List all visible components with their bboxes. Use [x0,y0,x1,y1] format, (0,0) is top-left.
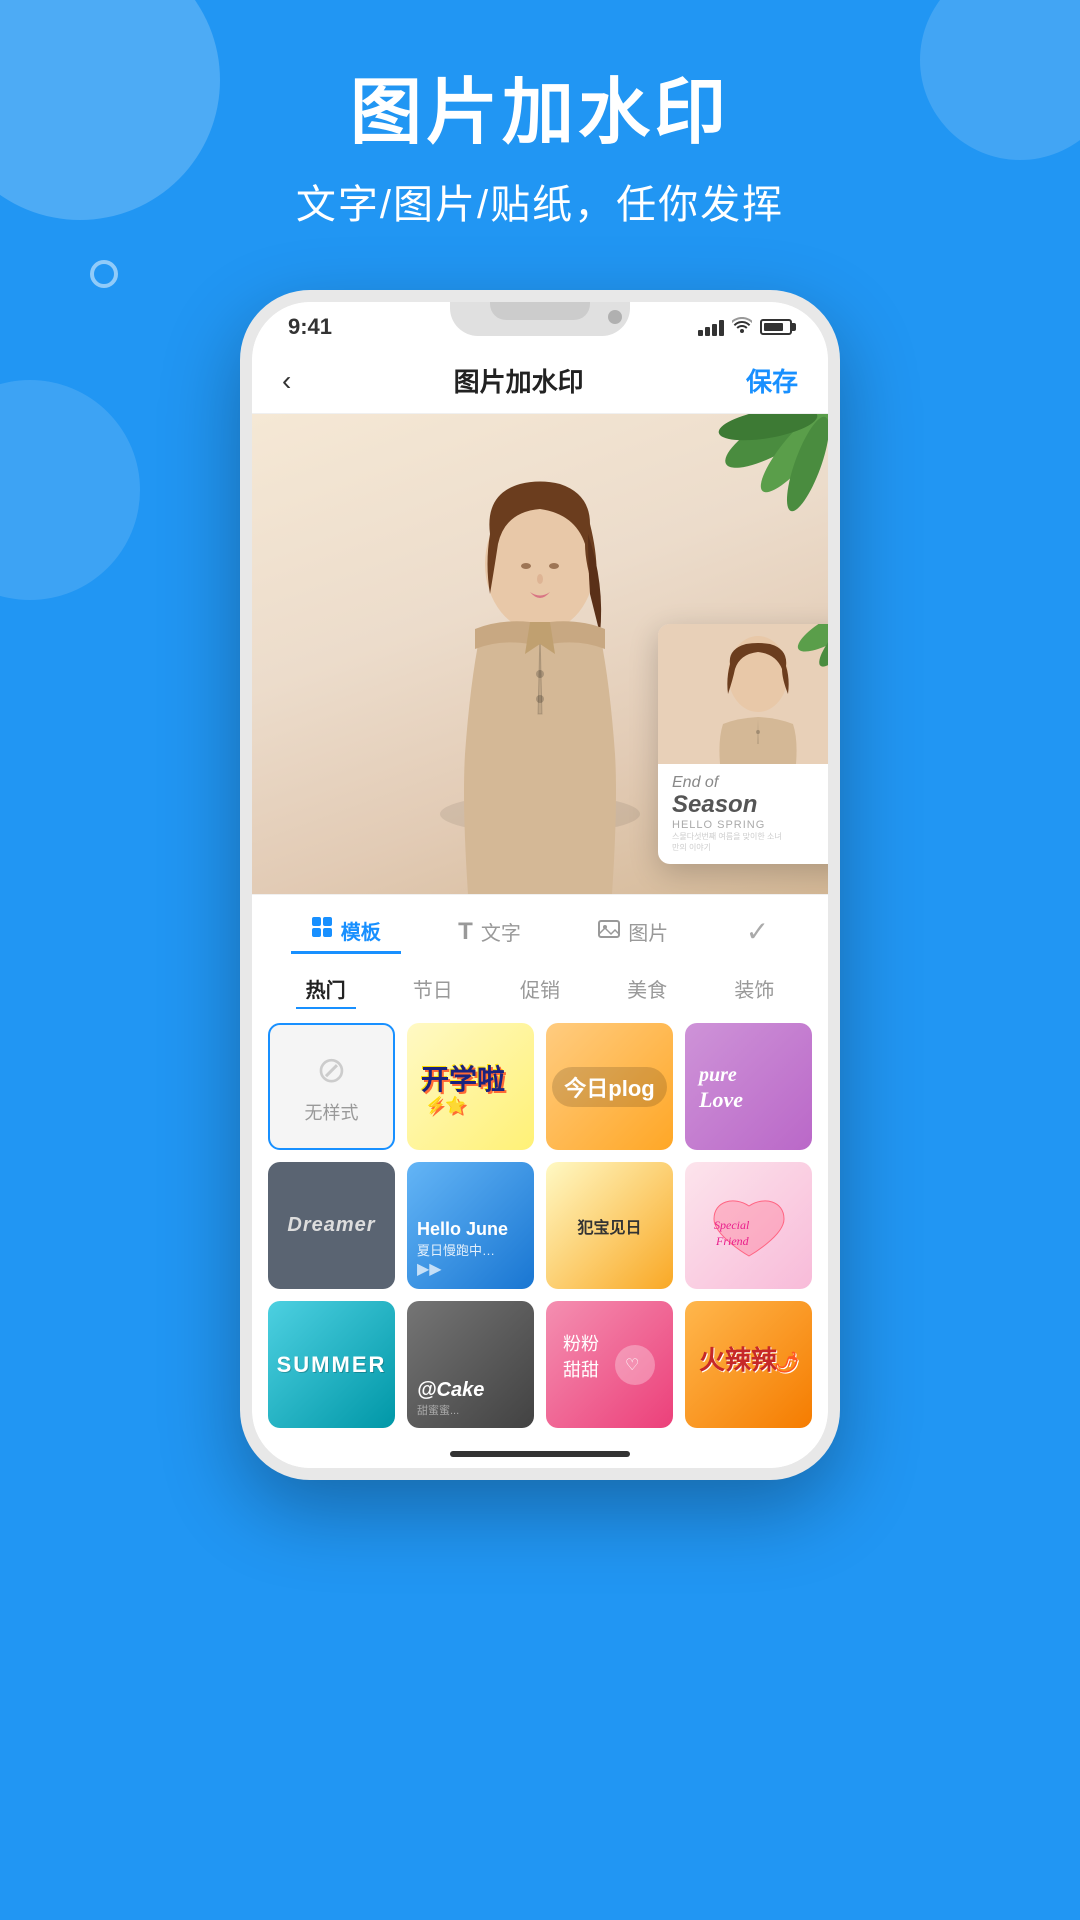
preview-small-text2: 만의 이야기 [672,842,828,853]
tab-check[interactable]: ✓ [726,909,789,954]
template-pink[interactable]: 粉粉 甜甜 ♡ [546,1301,673,1428]
battery-icon [760,319,792,335]
svg-text:♡: ♡ [625,1357,639,1374]
template-icon [311,916,333,944]
template-love[interactable]: pure Love [685,1023,812,1150]
photo-area: End of Season HELLO SPRING 스물다섯번째 여름을 맞이… [252,414,828,894]
svg-text:Friend: Friend [715,1234,750,1248]
preview-card: End of Season HELLO SPRING 스물다섯번째 여름을 맞이… [658,624,828,864]
svg-text:Special: Special [714,1218,750,1232]
image-icon [598,918,620,946]
tab-text[interactable]: T 文字 [438,911,541,952]
preview-hello-text: HELLO SPRING [672,819,828,831]
app-header: ‹ 图片加水印 保存 [252,352,828,414]
plog-label: 今日plog [552,1067,666,1107]
woman-figure [390,434,690,894]
save-button[interactable]: 保存 [746,362,798,399]
cat-food[interactable]: 美食 [617,970,677,1009]
signal-bar-3 [712,324,717,336]
tab-template[interactable]: 模板 [291,910,401,954]
phone-mockup: 9:41 [240,290,840,1480]
tab-text-label: 文字 [481,917,521,946]
preview-photo [658,624,828,764]
svg-text:pure: pure [697,1064,737,1086]
status-icons [698,317,792,338]
tab-image[interactable]: 图片 [578,911,688,952]
preview-season-text: Season [672,792,828,818]
notch-bump [450,302,630,336]
cake-label: @Cake [417,1379,484,1402]
bottom-tabs: 模板 T 文字 图片 [252,894,828,960]
today-label: 犯宝见日 [577,1214,641,1238]
love-label: pure Love [694,1039,804,1135]
category-tabs: 热门 节日 促销 美食 装饰 [252,960,828,1013]
svg-text:Love: Love [698,1087,743,1112]
svg-text:粉粉: 粉粉 [563,1334,599,1354]
svg-text:开学啦: 开学啦 [421,1063,505,1095]
signal-bar-1 [698,330,703,336]
template-school[interactable]: 开学啦 ⚡ ⭐ [407,1023,534,1150]
cat-hot[interactable]: 热门 [296,970,356,1009]
svg-text:🌶: 🌶 [774,1351,799,1374]
text-icon: T [458,918,473,946]
dreamer-label: Dreamer [287,1214,375,1237]
no-style-icon: ⊘ [316,1049,346,1091]
status-bar: 9:41 [252,302,828,352]
hello-june-label: Hello June [417,1219,508,1240]
home-indicator [252,1444,828,1468]
back-button[interactable]: ‹ [282,365,291,397]
template-dreamer[interactable]: Dreamer [268,1162,395,1289]
wifi-icon [732,317,752,338]
cat-deco[interactable]: 装饰 [724,970,784,1009]
svg-text:火辣辣: 火辣辣 [699,1345,778,1375]
hot-label: 火辣辣 🌶 [694,1317,804,1413]
template-plog[interactable]: 今日plog [546,1023,673,1150]
signal-bar-2 [705,327,710,336]
no-style-label: 无样式 [305,1099,359,1125]
template-hot-chili[interactable]: 火辣辣 🌶 [685,1301,812,1428]
template-today[interactable]: 犯宝见日 [546,1162,673,1289]
photo-content: End of Season HELLO SPRING 스물다섯번째 여름을 맞이… [252,414,828,894]
summer-label: SUMMER [277,1352,387,1378]
preview-end-text: End of [672,774,828,792]
hero-section: 图片加水印 文字/图片/贴纸，任你发挥 [0,0,1080,270]
preview-small-text1: 스물다섯번째 여름을 맞이한 소녀 [672,831,828,842]
template-no-style[interactable]: ⊘ 无样式 [268,1023,395,1150]
header-title: 图片加水印 [454,362,584,399]
cake-sub: 甜蜜蜜... [417,1402,459,1418]
signal-icon [698,318,724,336]
tab-template-label: 模板 [341,916,381,945]
palm-leaves [688,414,828,534]
school-label: 开学啦 ⚡ ⭐ [416,1039,526,1135]
hello-june-dots: ▶▶ [417,1259,442,1279]
hero-title: 图片加水印 [0,70,1080,156]
notch-speaker [490,302,590,320]
status-time: 9:41 [288,314,332,340]
notch-camera [608,310,622,324]
home-bar [450,1451,630,1457]
hero-subtitle: 文字/图片/贴纸，任你发挥 [0,172,1080,230]
template-special[interactable]: Special Friend [685,1162,812,1289]
tabs-row: 模板 T 文字 图片 [252,909,828,954]
template-grid: ⊘ 无样式 开学啦 ⚡ ⭐ 今日plog [252,1013,828,1444]
template-hello-june[interactable]: Hello June 夏日慢跑中… ▶▶ [407,1162,534,1289]
template-cake[interactable]: @Cake 甜蜜蜜... [407,1301,534,1428]
svg-text:甜甜: 甜甜 [563,1360,599,1380]
cat-holiday[interactable]: 节日 [403,970,463,1009]
svg-text:⭐: ⭐ [446,1096,466,1115]
svg-text:⚡: ⚡ [426,1096,446,1115]
check-icon: ✓ [746,915,769,948]
hello-june-sub: 夏日慢跑中… [417,1240,495,1259]
template-summer[interactable]: SUMMER [268,1301,395,1428]
preview-card-text: End of Season HELLO SPRING 스물다섯번째 여름을 맞이… [658,764,828,863]
tab-image-label: 图片 [628,917,668,946]
phone-wrapper: 9:41 [0,290,1080,1480]
cat-promo[interactable]: 促销 [510,970,570,1009]
signal-bar-4 [719,320,724,336]
phone-inner: 9:41 [252,302,828,1468]
battery-fill [764,323,783,331]
